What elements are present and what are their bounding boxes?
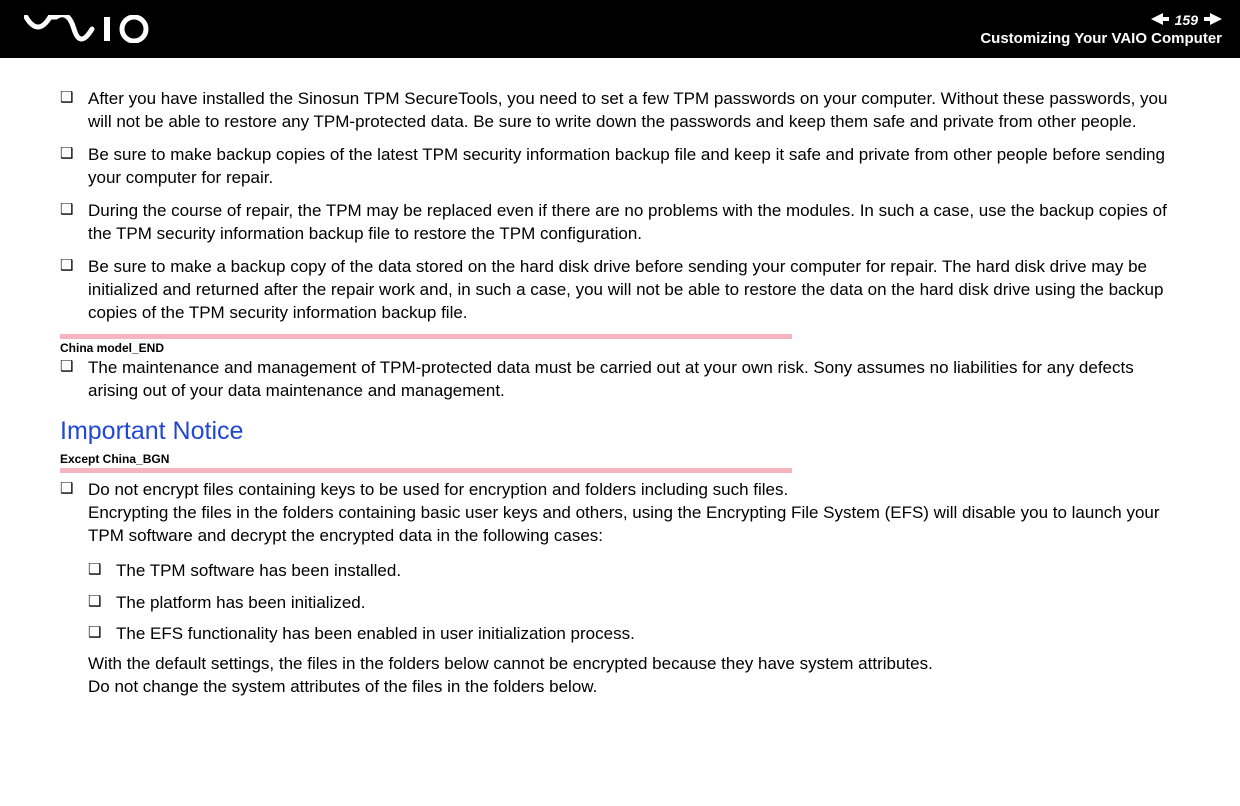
- nav-next-icon[interactable]: [1204, 12, 1222, 28]
- list-item: The EFS functionality has been enabled i…: [88, 621, 1180, 647]
- vaio-logo: [24, 15, 164, 43]
- important-notice-heading: Important Notice: [60, 417, 1180, 446]
- region-marker-begin: Except China_BGN: [60, 452, 1180, 473]
- page-nav: 159: [1151, 12, 1222, 28]
- list-item: The platform has been initialized.: [88, 590, 1180, 616]
- vaio-logo-svg: [24, 15, 164, 43]
- list-item: The maintenance and management of TPM-pr…: [60, 357, 1180, 403]
- list-item: Do not encrypt files containing keys to …: [60, 479, 1180, 548]
- bullet-list-a: After you have installed the Sinosun TPM…: [60, 88, 1180, 324]
- bullet-list-b: The maintenance and management of TPM-pr…: [60, 357, 1180, 403]
- list-item: Be sure to make a backup copy of the dat…: [60, 256, 1180, 325]
- header-band: 159 Customizing Your VAIO Computer: [0, 0, 1240, 58]
- notice-trailing: With the default settings, the files in …: [60, 653, 1180, 699]
- marker-label: China model_END: [60, 341, 1180, 355]
- page-number: 159: [1175, 12, 1198, 28]
- list-item: The TPM software has been installed.: [88, 558, 1180, 584]
- header-subtitle: Customizing Your VAIO Computer: [980, 30, 1222, 47]
- notice-list: Do not encrypt files containing keys to …: [60, 479, 1180, 548]
- region-marker-end: China model_END: [60, 334, 1180, 355]
- nav-prev-icon[interactable]: [1151, 12, 1169, 28]
- pink-rule: [60, 334, 792, 339]
- page-body: After you have installed the Sinosun TPM…: [0, 58, 1240, 699]
- list-item: During the course of repair, the TPM may…: [60, 200, 1180, 246]
- notice-sublist: The TPM software has been installed. The…: [60, 558, 1180, 647]
- list-item: Be sure to make backup copies of the lat…: [60, 144, 1180, 190]
- list-item: After you have installed the Sinosun TPM…: [60, 88, 1180, 134]
- marker-label: Except China_BGN: [60, 452, 1180, 466]
- header-right: 159 Customizing Your VAIO Computer: [980, 12, 1222, 47]
- pink-rule: [60, 468, 792, 473]
